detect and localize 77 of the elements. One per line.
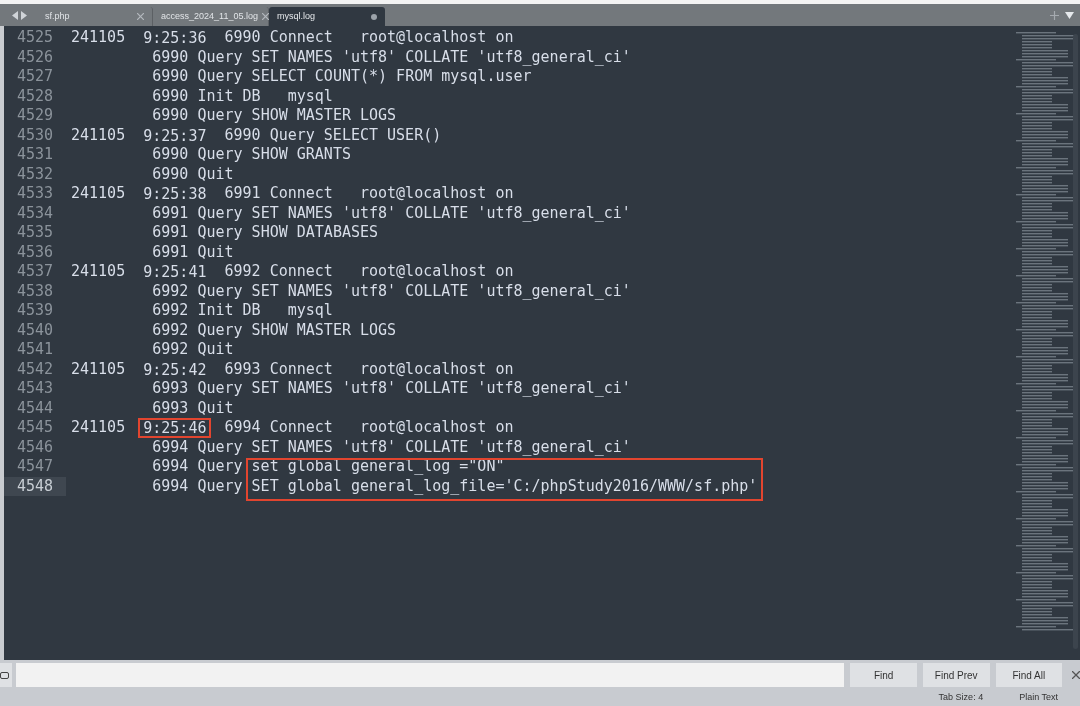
log-entry: 6991 Quit (152, 242, 234, 262)
log-date: 241105 (71, 125, 127, 145)
log-time: 9:25:46 (138, 418, 212, 438)
log-entry: 6991 Connect root@localhost on (224, 184, 514, 204)
find-button[interactable]: Find Prev (922, 663, 990, 687)
log-entry: 6990 Query SHOW MASTER LOGS (152, 106, 397, 126)
log-entry: 6993 Query SET NAMES 'utf8' COLLATE 'utf8_general_ci' (152, 379, 631, 399)
close-icon[interactable] (261, 13, 269, 20)
line-number: 4526 (15, 47, 54, 67)
log-date: 241105 (71, 359, 127, 379)
line-number: 4531 (15, 145, 54, 165)
line-number: 4525 (15, 28, 54, 48)
log-entry: 6990 Query SET NAMES 'utf8' COLLATE 'utf8_general_ci' (152, 47, 631, 67)
line-number: 4536 (15, 242, 54, 262)
log-time: 9:25:38 (142, 184, 208, 204)
log-entry: 6990 Query SELECT COUNT(*) FROM mysql.user (152, 67, 532, 87)
log-entry: 6993 Quit (152, 398, 234, 418)
search-field[interactable] (15, 663, 845, 687)
log-entry: 6990 Query SELECT USER() (224, 125, 442, 145)
close-icon[interactable] (137, 13, 144, 20)
line-number: 4547 (15, 457, 54, 477)
log-date: 241105 (71, 262, 127, 282)
log-entry: 6991 Query SHOW DATABASES (152, 223, 379, 243)
log-date: 241105 (71, 418, 127, 438)
log-entry: 6994 Query (152, 476, 243, 496)
log-entry: 6992 Query SET NAMES 'utf8' COLLATE 'utf8_general_ci' (152, 281, 631, 301)
line-number: 4527 (15, 67, 54, 87)
log-time: 9:25:36 (142, 28, 208, 48)
line-number: 4538 (15, 281, 54, 301)
log-entry: 6993 Connect root@localhost on (224, 359, 514, 379)
line-number: 4545 (15, 418, 54, 438)
line-number: 4544 (15, 398, 54, 418)
scrollbar[interactable] (1073, 34, 1078, 649)
syntax-label[interactable]: Plain Text (1019, 691, 1058, 705)
log-entry: 6990 Query SHOW GRANTS (152, 145, 351, 165)
line-number: 4532 (15, 164, 54, 184)
log-entry: 6994 Query SET NAMES 'utf8' COLLATE 'utf8_general_ci' (152, 437, 631, 457)
plus-icon[interactable] (1050, 10, 1059, 20)
line-number: 4528 (15, 86, 54, 106)
close-icon[interactable] (1072, 671, 1080, 679)
caret-icon[interactable] (1065, 11, 1074, 19)
line-number: 4539 (15, 301, 54, 321)
log-time: 9:25:42 (142, 359, 208, 380)
log-entry: 6992 Connect root@localhost on (224, 262, 514, 282)
line-number: 4530 (15, 125, 54, 145)
line-number: 4540 (15, 320, 54, 340)
log-entry: 6994 Connect root@localhost on (224, 418, 514, 438)
log-time: 9:25:37 (142, 125, 208, 146)
line-number: 4529 (15, 106, 54, 126)
log-entry: 6992 Init DB mysql (152, 301, 333, 321)
log-time: 9:25:41 (142, 262, 208, 282)
tab[interactable]: mysql.log (269, 7, 385, 26)
log-entry: 6990 Quit (152, 164, 234, 184)
log-entry: 6992 Quit (152, 340, 234, 360)
log-argument: SET global general_log_file='C:/phpStudy2016/WWW/sf.php' (251, 476, 758, 496)
forward-icon[interactable] (21, 10, 27, 20)
log-date: 241105 (71, 184, 127, 204)
line-number: 4534 (15, 203, 54, 223)
toggle-button[interactable] (0, 663, 12, 687)
find-button[interactable]: Find (850, 663, 917, 687)
log-date: 241105 (71, 28, 127, 48)
log-entry: 6991 Query SET NAMES 'utf8' COLLATE 'utf8_general_ci' (152, 203, 631, 223)
line-number: 4537 (15, 262, 54, 282)
line-number: 4543 (15, 379, 54, 399)
line-number: 4533 (15, 184, 54, 204)
log-entry: 6990 Connect root@localhost on (224, 28, 514, 48)
line-number: 4535 (15, 223, 54, 243)
tab-size-label[interactable]: Tab Size: 4 (938, 691, 984, 705)
line-number: 4548 (4, 476, 66, 496)
find-button[interactable]: Find All (995, 663, 1063, 687)
log-entry: 6990 Init DB mysql (152, 86, 333, 106)
line-number: 4541 (15, 340, 54, 360)
back-icon[interactable] (12, 10, 18, 20)
line-number: 4542 (15, 359, 54, 379)
log-entry: 6994 Query (152, 457, 243, 477)
log-entry: 6992 Query SHOW MASTER LOGS (152, 320, 397, 340)
line-number: 4546 (15, 437, 54, 457)
